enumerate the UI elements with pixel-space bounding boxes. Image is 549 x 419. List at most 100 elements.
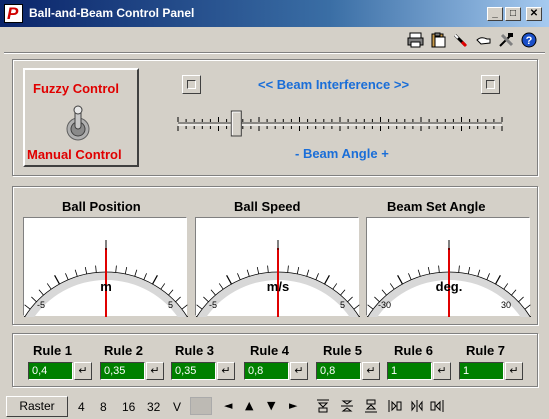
- maximize-icon: □: [509, 8, 517, 19]
- meter-tick: [124, 267, 128, 275]
- align-right-icon: [430, 400, 444, 412]
- meter-tick: [530, 316, 531, 317]
- meter-tick: [296, 267, 300, 275]
- pen-icon[interactable]: [452, 32, 469, 48]
- beam-set-angle-meter: deg. -30 30: [366, 217, 531, 317]
- v-toggle[interactable]: V: [173, 400, 181, 414]
- manual-control-label: Manual Control: [27, 147, 122, 162]
- title-bar[interactable]: P Ball-and-Beam Control Panel _ □ ✕: [0, 0, 549, 27]
- rule-2-label: Rule 2: [104, 343, 144, 358]
- beam-set-angle-title: Beam Set Angle: [387, 199, 486, 214]
- interference-left-button[interactable]: [182, 75, 201, 94]
- rule-7-input[interactable]: 1: [459, 362, 504, 380]
- ball-position-unit: m: [100, 279, 112, 294]
- meter-tick: [187, 316, 188, 317]
- align-icons: [315, 398, 445, 414]
- beam-set-angle-max: 30: [501, 300, 512, 310]
- rule-7-enter-button[interactable]: ↵: [505, 362, 523, 380]
- minimize-button[interactable]: _: [487, 7, 503, 21]
- help-icon[interactable]: ?: [521, 32, 538, 48]
- arrow-left-icon[interactable]: ◄: [224, 399, 232, 412]
- meter-tick: [427, 267, 431, 275]
- meter-tick: [458, 265, 460, 273]
- beam-interference-label: << Beam Interference >>: [258, 77, 410, 92]
- rule-6-enter-button[interactable]: ↵: [433, 362, 451, 380]
- rule-6-label: Rule 6: [394, 343, 434, 358]
- raster-button[interactable]: Raster: [6, 396, 68, 417]
- beam-angle-label: - Beam Angle +: [295, 146, 389, 161]
- meter-tick: [359, 316, 360, 317]
- printer-icon[interactable]: [407, 32, 424, 48]
- meter-tick: [115, 265, 117, 273]
- meter-tick: [256, 267, 260, 275]
- meter-tick: [477, 269, 481, 277]
- meter-tick: [24, 316, 25, 317]
- beam-set-angle-min: -30: [378, 300, 392, 310]
- meter-tick: [246, 269, 250, 277]
- ball-speed-max: 5: [340, 300, 346, 310]
- hand-icon[interactable]: [475, 32, 492, 48]
- meter-tick: [367, 316, 368, 317]
- control-panel-window: P Ball-and-Beam Control Panel _ □ ✕ ? Fu…: [0, 0, 549, 418]
- toolbar-separator: [4, 52, 545, 54]
- ball-speed-meter: m/s -5 5: [195, 217, 360, 317]
- rule-1-enter-button[interactable]: ↵: [74, 362, 92, 380]
- rule-1-input[interactable]: 0,4: [28, 362, 73, 380]
- color-swatch[interactable]: [190, 397, 212, 415]
- raster-8[interactable]: 8: [100, 400, 107, 414]
- clipboard-icon[interactable]: [430, 32, 447, 48]
- meter-tick: [74, 269, 78, 277]
- ball-position-title: Ball Position: [62, 199, 141, 214]
- meter-tick: [24, 304, 31, 310]
- beam-angle-slider[interactable]: [175, 108, 505, 140]
- meter-tick: [467, 267, 471, 275]
- rule-4-input[interactable]: 0,8: [244, 362, 289, 380]
- arrow-down-icon[interactable]: ▼: [267, 399, 275, 412]
- align-top-icon: [317, 399, 329, 413]
- ball-position-meter: m -5 5: [23, 217, 188, 317]
- meter-tick: [306, 269, 310, 277]
- meter-tick: [181, 304, 188, 310]
- slider-thumb: [230, 110, 242, 137]
- rule-4-enter-button[interactable]: ↵: [290, 362, 308, 380]
- fuzzy-control-label: Fuzzy Control: [33, 81, 119, 96]
- raster-4[interactable]: 4: [78, 400, 85, 414]
- rule-6-input[interactable]: 1: [387, 362, 432, 380]
- align-bottom-icon: [365, 399, 377, 413]
- close-icon: ✕: [529, 8, 539, 19]
- meter-tick: [353, 304, 360, 310]
- interference-right-button[interactable]: [481, 75, 500, 94]
- tools-icon[interactable]: [498, 32, 515, 48]
- meter-tick: [287, 265, 289, 273]
- rule-3-input[interactable]: 0,35: [171, 362, 216, 380]
- maximize-button[interactable]: □: [505, 7, 521, 21]
- ball-position-min: -5: [37, 300, 46, 310]
- mode-toggle-switch[interactable]: [63, 104, 93, 142]
- rule-2-enter-button[interactable]: ↵: [146, 362, 164, 380]
- rule-2-input[interactable]: 0,35: [100, 362, 145, 380]
- svg-text:?: ?: [526, 35, 533, 47]
- arrow-right-icon[interactable]: ►: [289, 399, 297, 412]
- meter-tick: [267, 265, 269, 273]
- app-icon-letter: P: [7, 4, 19, 23]
- arrow-up-icon[interactable]: ▲: [245, 399, 253, 412]
- close-button[interactable]: ✕: [526, 7, 542, 21]
- raster-32[interactable]: 32: [147, 400, 160, 414]
- beam-set-angle-unit: deg.: [435, 279, 463, 294]
- raster-16[interactable]: 16: [122, 400, 135, 414]
- meter-tick: [84, 267, 88, 275]
- ball-position-max: 5: [168, 300, 174, 310]
- rule-1-label: Rule 1: [33, 343, 73, 358]
- rule-5-enter-button[interactable]: ↵: [362, 362, 380, 380]
- rule-5-label: Rule 5: [323, 343, 363, 358]
- rule-4-label: Rule 4: [250, 343, 290, 358]
- rule-7-label: Rule 7: [466, 343, 506, 358]
- meter-tick: [31, 296, 37, 303]
- meter-tick: [417, 269, 421, 277]
- rule-3-enter-button[interactable]: ↵: [217, 362, 235, 380]
- meter-tick: [347, 296, 353, 303]
- align-center-icon: [411, 400, 423, 412]
- rule-3-label: Rule 3: [175, 343, 215, 358]
- rule-5-input[interactable]: 0,8: [316, 362, 361, 380]
- app-icon[interactable]: P: [4, 4, 23, 23]
